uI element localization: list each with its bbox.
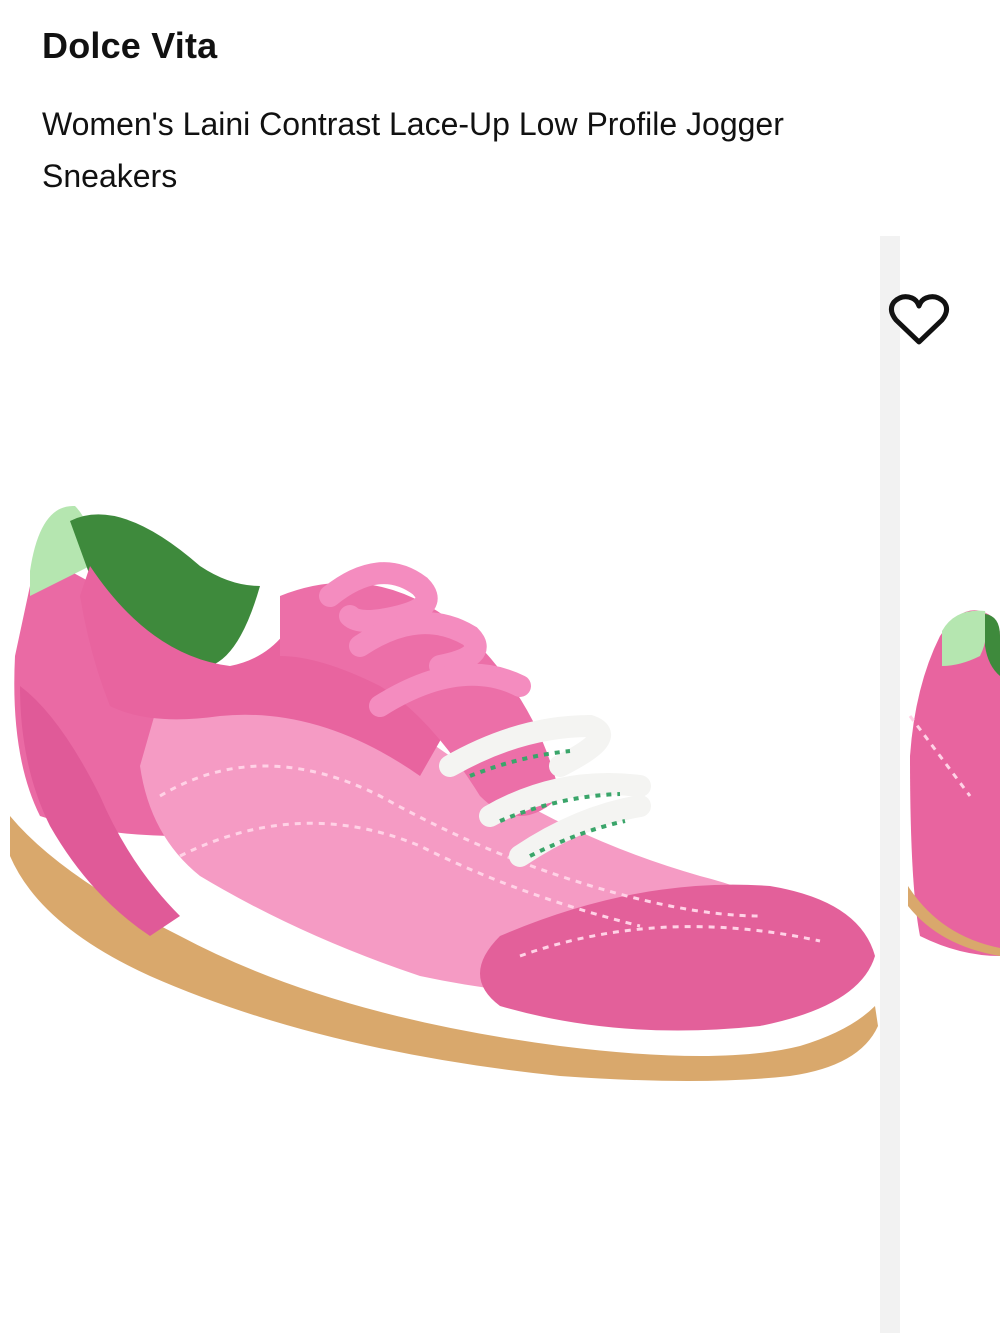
carousel-slide-next[interactable]: [900, 236, 1000, 1333]
carousel-slide-main[interactable]: [0, 236, 880, 1333]
heart-outline-icon: [888, 294, 950, 345]
brand-name[interactable]: Dolce Vita: [42, 24, 942, 68]
carousel-divider: [880, 236, 900, 1333]
product-header: Dolce Vita Women's Laini Contrast Lace-U…: [42, 24, 942, 202]
next-product-image: [908, 610, 1000, 956]
product-image: [10, 505, 878, 1081]
image-carousel[interactable]: [0, 236, 1000, 1333]
wishlist-heart-button[interactable]: [888, 292, 950, 348]
product-title: Women's Laini Contrast Lace-Up Low Profi…: [42, 106, 784, 194]
